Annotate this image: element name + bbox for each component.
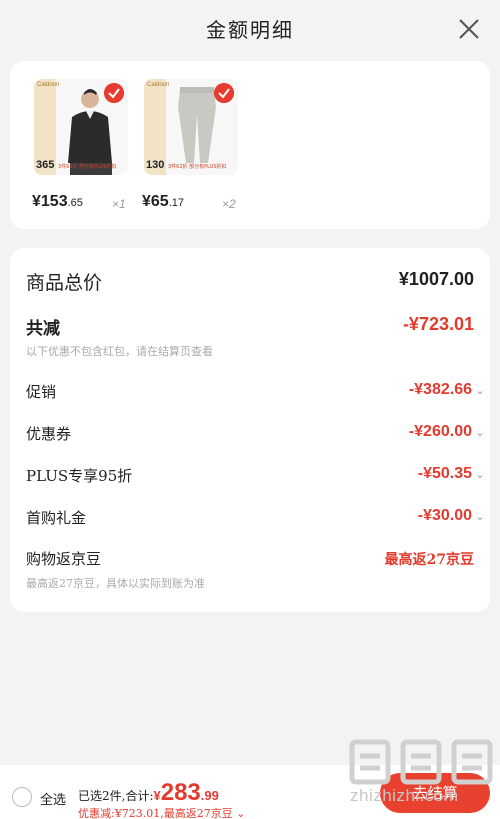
goods-total-value: ¥1007.00: [398, 269, 474, 289]
product-item[interactable]: Caldoon 365 3件62折 部分有PLUS折扣 ¥153.65 ×1: [32, 79, 128, 211]
discount-summary[interactable]: 优惠减:¥723.01,最高返27京豆 ⌄: [78, 805, 247, 819]
goods-total-label: 商品总价: [26, 272, 103, 294]
chevron-down-icon: ⌄: [236, 807, 246, 819]
chevron-down-icon: ⌄: [475, 469, 485, 481]
promotion-label: 促销: [26, 383, 57, 401]
chevron-down-icon: ⌄: [475, 511, 485, 523]
first-purchase-gift-value[interactable]: -¥30.00 ⌄: [418, 507, 486, 525]
sheet-title: 金额明细: [206, 18, 294, 42]
check-icon[interactable]: [104, 83, 124, 103]
product-strip-number: 130: [146, 159, 165, 171]
jd-bean-label: 购物返京豆: [26, 550, 102, 568]
total-reduce-note: 以下优惠不包含红包，请在结算页查看: [26, 345, 213, 358]
coupon-value[interactable]: -¥260.00 ⌄: [409, 423, 486, 441]
select-all-radio[interactable]: [12, 787, 32, 807]
first-purchase-gift-label: 首购礼金: [26, 509, 87, 527]
plus-discount-value[interactable]: -¥50.35 ⌄: [418, 465, 486, 483]
select-all-label[interactable]: 全选: [40, 789, 66, 808]
check-icon[interactable]: [214, 83, 234, 103]
product-price: ¥153.65: [32, 193, 83, 210]
total-amount: 283: [160, 779, 201, 806]
product-strip-number: 365: [36, 159, 55, 171]
promotion-value[interactable]: -¥382.66 ⌄: [409, 381, 486, 399]
product-promo: 3件62折 部分有PLUS折扣: [168, 164, 227, 170]
product-quantity: ×2: [222, 197, 236, 211]
close-icon[interactable]: [456, 16, 482, 42]
product-price: ¥65.17: [142, 193, 184, 210]
sheet-header: 金额明细: [0, 0, 500, 60]
total-reduce-value: -¥723.01: [402, 314, 474, 334]
product-quantity: ×1: [112, 197, 126, 211]
products-card: Caldoon 365 3件62折 部分有PLUS折扣 ¥153.65 ×1 C…: [10, 61, 490, 229]
watermark: zhizhizhi.com: [348, 736, 494, 816]
jd-bean-note: 最高返27京豆，具体以实际到账为准: [26, 577, 205, 590]
product-thumbnail[interactable]: Caldoon 365 3件62折 部分有PLUS折扣: [34, 79, 128, 175]
watermark-logo-icon: [349, 739, 493, 785]
chevron-down-icon: ⌄: [475, 427, 485, 439]
chevron-down-icon: ⌄: [475, 385, 485, 397]
jd-bean-value: 最高返27京豆: [384, 552, 474, 568]
product-item[interactable]: Caldoon 130 3件62折 部分有PLUS折扣 ¥65.17 ×2: [142, 79, 238, 211]
total-reduce-label: 共减: [26, 319, 60, 339]
product-thumbnail[interactable]: Caldoon 130 3件62折 部分有PLUS折扣: [144, 79, 238, 175]
coupon-label: 优惠券: [26, 425, 72, 443]
plus-discount-label: PLUS专享95折: [26, 467, 133, 485]
watermark-text: zhizhizhi.com: [350, 786, 459, 805]
price-summary-card: 商品总价 ¥1007.00 共减 -¥723.01 以下优惠不包含红包，请在结算…: [10, 248, 490, 612]
total-line: 已选2件,合计:¥283.99: [78, 779, 219, 806]
product-promo: 3件62折 部分有PLUS折扣: [58, 164, 117, 170]
